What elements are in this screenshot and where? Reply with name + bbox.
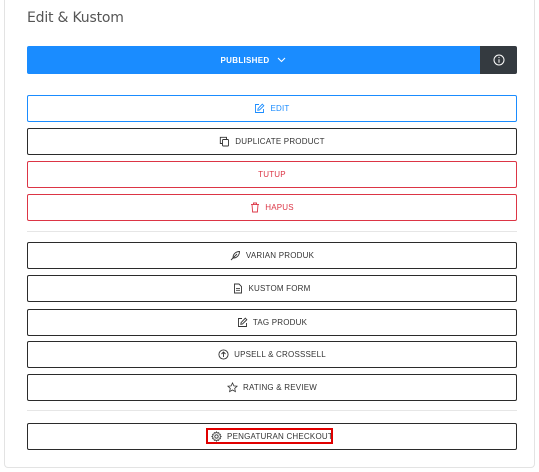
pencil-square-icon: [254, 103, 265, 114]
checkout-label: PENGATURAN CHECKOUT: [227, 432, 333, 441]
feather-icon: [230, 250, 241, 261]
publish-control: PUBLISHED: [27, 46, 517, 74]
tutup-button[interactable]: TUTUP: [27, 161, 517, 188]
tag-produk-button[interactable]: TAG PRODUK: [27, 309, 517, 336]
info-button[interactable]: [480, 46, 517, 74]
chevron-down-icon: [277, 57, 286, 63]
tutup-label: TUTUP: [258, 170, 286, 179]
varian-label: VARIAN PRODUK: [245, 251, 315, 260]
hapus-label: HAPUS: [265, 203, 294, 212]
published-label: PUBLISHED: [220, 55, 270, 65]
upsell-crosssell-button[interactable]: UPSELL & CROSSSELL: [27, 341, 517, 368]
info-icon: [493, 54, 505, 66]
star-icon: [227, 382, 239, 393]
arrow-up-circle-icon: [218, 349, 229, 360]
rating-review-button[interactable]: RATING & REVIEW: [27, 374, 517, 401]
tag-produk-label: TAG PRODUK: [252, 318, 308, 327]
pengaturan-checkout-button[interactable]: PENGATURAN CHECKOUT: [27, 423, 517, 450]
edit-button[interactable]: EDIT: [27, 95, 517, 122]
upsell-label: UPSELL & CROSSSELL: [234, 350, 326, 359]
pencil-square-icon: [237, 317, 248, 328]
duplicate-label: DUPLICATE PRODUCT: [235, 137, 325, 146]
copy-icon: [219, 136, 230, 147]
rating-label: RATING & REVIEW: [243, 383, 317, 392]
hapus-button[interactable]: HAPUS: [27, 194, 517, 221]
section-divider: [27, 410, 517, 411]
kustom-form-button[interactable]: KUSTOM FORM: [27, 275, 517, 302]
section-divider: [27, 231, 517, 232]
trash-icon: [250, 202, 260, 213]
document-icon: [233, 283, 243, 294]
published-dropdown-button[interactable]: PUBLISHED: [27, 46, 480, 74]
duplicate-product-button[interactable]: DUPLICATE PRODUCT: [27, 128, 517, 155]
panel-title: Edit & Kustom: [27, 10, 124, 26]
edit-label: EDIT: [270, 104, 290, 113]
kustom-form-label: KUSTOM FORM: [248, 284, 311, 293]
varian-produk-button[interactable]: VARIAN PRODUK: [27, 242, 517, 269]
gear-icon: [211, 431, 222, 442]
